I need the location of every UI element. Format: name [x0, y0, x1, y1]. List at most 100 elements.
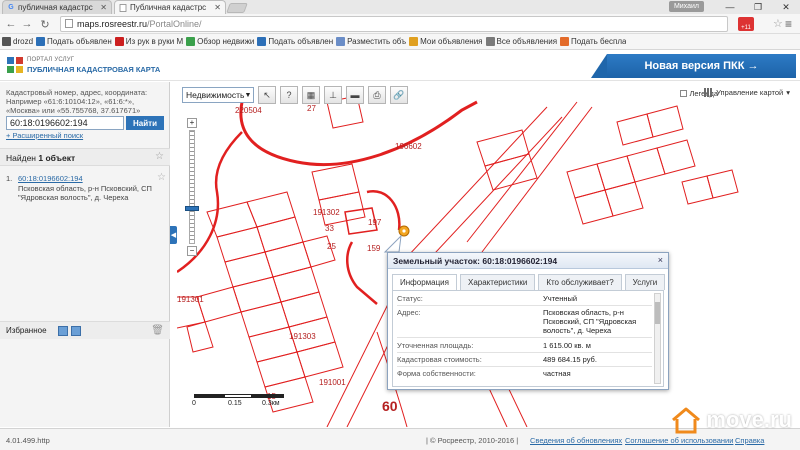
page-icon [119, 3, 127, 12]
close-tab-icon[interactable]: ✕ [211, 3, 221, 12]
favorites-export-icon[interactable] [71, 326, 81, 336]
reload-button[interactable]: ↻ [38, 17, 52, 31]
info-value: 1 615.00 кв. м [543, 341, 591, 350]
info-key: Статус: [397, 294, 423, 303]
favorites-import-icon[interactable] [58, 326, 68, 336]
search-input[interactable] [6, 116, 124, 130]
page-icon [65, 18, 73, 30]
zoom-in-button[interactable]: + [187, 118, 197, 128]
maximize-button[interactable]: ❐ [744, 0, 772, 14]
new-version-button[interactable]: Новая версия ПКК → [591, 54, 796, 78]
bookmark-tool-button[interactable]: ▬ [346, 86, 364, 104]
bookmark-favicon-icon [336, 37, 346, 46]
watermark-text: move.ru [706, 407, 792, 432]
close-window-button[interactable]: ✕ [772, 0, 800, 14]
bookmark-label: Подать объявлен [268, 37, 334, 46]
identify-tool-button[interactable]: ? [280, 86, 298, 104]
browser-menu-icon[interactable]: ≡ [785, 17, 792, 31]
zoom-out-button[interactable]: − [187, 246, 197, 256]
collapse-panel-button[interactable]: ◀ [170, 226, 177, 244]
close-tab-icon[interactable]: ✕ [97, 3, 107, 12]
watermark: move.ru [670, 406, 792, 434]
print-button[interactable]: ⎙ [368, 86, 386, 104]
map-icon: ▦ [306, 89, 316, 100]
layers-tool-button[interactable]: ▦ [302, 86, 320, 104]
bookmark-item[interactable]: Подать объявлен [257, 37, 333, 46]
bookmark-item[interactable]: Подать объявлен [36, 37, 112, 46]
bookmark-label: Разместить объ [347, 37, 407, 46]
map-manage-button[interactable]: Управление картой ▾ [704, 88, 790, 97]
map-label: 191302 [313, 208, 340, 217]
scale-tick: 0.15 [228, 400, 242, 407]
agreement-link[interactable]: Соглашение об использовании [625, 436, 733, 445]
info-value: Псковская область, р-н Псковский, СП "Яд… [543, 308, 637, 335]
favorite-star-icon[interactable]: ☆ [157, 173, 166, 183]
url-input[interactable]: maps.rosreestr.ru /PortalOnline/ ☆ [60, 16, 783, 32]
back-button[interactable]: ← [4, 17, 18, 31]
advanced-search-link[interactable]: + Расширенный поиск [6, 131, 83, 140]
chevron-down-icon: ▾ [786, 88, 790, 97]
browser-tab-google[interactable]: G публичная кадастрс ✕ [2, 0, 112, 14]
bookmark-item[interactable]: Все объявления [485, 37, 558, 46]
info-key: Уточненная площадь: [397, 341, 474, 350]
info-row-area: Уточненная площадь: 1 615.00 кв. м [397, 341, 652, 353]
info-value: частная [543, 369, 571, 378]
info-value: 489 684.15 руб. [543, 355, 597, 364]
map-label: 191301 [177, 295, 204, 304]
ruler-icon: ⊥ [329, 89, 337, 100]
link-button[interactable]: 🔗 [390, 86, 408, 104]
url-host: maps.rosreestr.ru [77, 19, 148, 29]
help-link[interactable]: Справка [735, 436, 764, 445]
zoom-control: + − [185, 118, 199, 256]
close-icon[interactable]: × [658, 255, 663, 265]
favorite-star-icon[interactable]: ☆ [155, 151, 164, 162]
select-tool-button[interactable]: ↖ [258, 86, 276, 104]
bookmark-item[interactable]: Обзор недвижи [186, 37, 254, 46]
house-icon [672, 407, 701, 434]
forward-button[interactable]: → [20, 17, 34, 31]
results-header: Найден 1 объект ☆ [0, 148, 170, 166]
tab-services[interactable]: Услуги [624, 274, 666, 290]
printer-icon: ⎙ [373, 89, 381, 100]
folder-icon: ▬ [350, 90, 360, 100]
legend-checkbox[interactable] [680, 90, 688, 97]
scrollbar-thumb[interactable] [655, 302, 660, 324]
tab-characteristics[interactable]: Характеристики [459, 274, 536, 290]
updates-link[interactable]: Сведения об обновлениях [530, 436, 622, 445]
tab-who-serves[interactable]: Кто обслуживает? [538, 274, 622, 290]
bookmark-label: drozd [13, 37, 34, 46]
bookmark-label: Все объявления [496, 37, 558, 46]
bookmark-item[interactable]: Разместить объ [336, 37, 406, 46]
bookmark-item[interactable]: Из рук в руки М [114, 37, 183, 46]
map-label: 191001 [319, 378, 346, 387]
browser-tab-active[interactable]: Публичная кадастрс ✕ [114, 0, 226, 14]
trash-icon[interactable]: 🗑 [151, 325, 164, 336]
question-icon: ? [286, 90, 292, 100]
portal-logo-icon[interactable] [6, 56, 24, 74]
search-panel: Кадастровый номер, адрес, координата: На… [0, 82, 170, 427]
measure-tool-button[interactable]: ⊥ [324, 86, 342, 104]
bookmark-item[interactable]: Подать беспла [560, 37, 626, 46]
extension-badge: +11 [741, 25, 751, 31]
popup-scrollbar[interactable] [654, 293, 661, 384]
popup-body: Статус: Учтенный Адрес: Псковская област… [392, 290, 664, 387]
new-tab-button[interactable] [226, 3, 248, 13]
map-label: 33 [325, 224, 334, 233]
grid-icon [704, 88, 714, 97]
result-cadastral-link[interactable]: 60:18:0196602:194 [18, 174, 83, 183]
minimize-button[interactable]: — [716, 0, 744, 14]
info-key: Кадастровая стоимость: [397, 355, 482, 364]
tab-information[interactable]: Информация [392, 274, 457, 290]
layer-select[interactable]: Недвижимость ▼ [182, 87, 254, 103]
find-button[interactable]: Найти [126, 116, 164, 130]
info-value: Учтенный [543, 294, 578, 303]
zoom-slider-thumb[interactable] [185, 206, 199, 211]
user-badge[interactable]: Михаил [668, 1, 704, 12]
zoom-slider[interactable] [189, 130, 195, 244]
extension-icon[interactable]: +11 [738, 17, 754, 31]
bookmark-item[interactable]: drozd [2, 37, 33, 46]
bookmark-item[interactable]: Мои объявления [409, 37, 483, 46]
map-canvas[interactable]: Недвижимость ▼ ↖ ? ▦ ⊥ ▬ ⎙ 🔗 Легенда Упр… [177, 82, 800, 427]
popup-tabs: Информация Характеристики Кто обслуживае… [392, 274, 666, 290]
bookmark-star-icon[interactable]: ☆ [773, 17, 783, 30]
